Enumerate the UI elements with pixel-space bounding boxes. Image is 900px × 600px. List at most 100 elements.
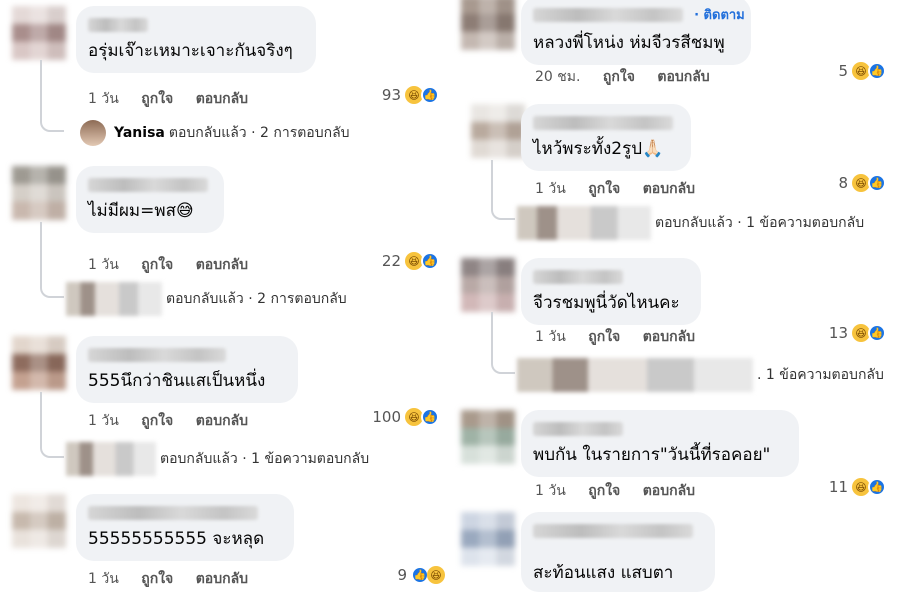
avatar[interactable] <box>461 0 515 50</box>
reply-avatar-blurred <box>66 442 156 476</box>
reply-button[interactable]: ตอบกลับ <box>196 571 248 587</box>
reply-avatar-blurred <box>517 358 753 392</box>
reaction-count[interactable]: 13 😆 👍 <box>829 324 886 342</box>
comment-time[interactable]: 1 วัน <box>88 413 119 429</box>
avatar[interactable] <box>461 258 515 312</box>
like-button[interactable]: ถูกใจ <box>588 181 620 197</box>
commenter-name[interactable] <box>533 7 683 22</box>
comment-text: หลวงพี่โหน่ง ห่มจีวรสีชมพู <box>533 33 725 53</box>
comment-text: พบกัน ในรายการ"วันนี้ที่รอคอย" <box>533 445 771 465</box>
like-button[interactable]: ถูกใจ <box>603 69 635 85</box>
comment-bubble: ไหว้พระทั้ง2รูป🙏🏻 <box>521 104 691 171</box>
commenter-name[interactable] <box>533 269 623 284</box>
reaction-number: 5 <box>838 62 848 80</box>
reaction-count[interactable]: 22 😆 👍 <box>382 252 439 270</box>
comment-actions: 1 วัน ถูกใจ ตอบกลับ <box>535 178 713 200</box>
reply-thread-line <box>40 222 64 298</box>
reply-summary[interactable]: . 1 ข้อความตอบกลับ <box>517 358 884 392</box>
commenter-name[interactable] <box>533 115 673 130</box>
comment-actions: 20 ชม. ถูกใจ ตอบกลับ <box>535 66 728 88</box>
reply-summary[interactable]: ตอบกลับแล้ว · 1 ข้อความตอบกลับ <box>66 442 369 476</box>
haha-reaction-icon: 😆 <box>427 566 445 584</box>
commenter-name[interactable] <box>88 347 226 362</box>
reply-button[interactable]: ตอบกลับ <box>643 329 695 345</box>
avatar[interactable] <box>12 6 66 60</box>
reaction-count[interactable]: 9 👍 😆 <box>397 566 445 584</box>
reaction-count[interactable]: 93 😆 👍 <box>382 86 439 104</box>
comment-bubble: สะท้อนแสง แสบตา <box>521 512 715 592</box>
comment-actions: 1 วัน ถูกใจ ตอบกลับ <box>88 254 266 276</box>
comment-bubble: จีวรชมพูนี่วัดไหนคะ <box>521 258 701 325</box>
reaction-count[interactable]: 11 😆 👍 <box>829 478 886 496</box>
comment-text: อรุ่มเจ๊าะเหมาะเจาะกันจริงๆ <box>88 41 293 61</box>
reply-button[interactable]: ตอบกลับ <box>196 413 248 429</box>
reaction-count[interactable]: 8 😆 👍 <box>838 174 886 192</box>
reply-avatar-blurred <box>66 282 162 316</box>
reply-button[interactable]: ตอบกลับ <box>657 69 709 85</box>
reply-summary[interactable]: Yanisa ตอบกลับแล้ว · 2 การตอบกลับ <box>80 120 350 146</box>
commenter-name[interactable] <box>533 523 693 538</box>
reply-thread-line <box>40 392 64 458</box>
reply-button[interactable]: ตอบกลับ <box>643 181 695 197</box>
reaction-count[interactable]: 100 😆 👍 <box>372 408 439 426</box>
like-button[interactable]: ถูกใจ <box>141 571 173 587</box>
like-reaction-icon: 👍 <box>868 478 886 496</box>
reaction-number: 11 <box>828 478 848 496</box>
comment-bubble: · ติดตาม หลวงพี่โหน่ง ห่มจีวรสีชมพู <box>521 0 751 65</box>
reply-text: . 1 ข้อความตอบกลับ <box>757 367 884 383</box>
reply-text: ตอบกลับแล้ว · 2 การตอบกลับ <box>168 125 350 141</box>
reply-summary[interactable]: ตอบกลับแล้ว · 1 ข้อความตอบกลับ <box>517 206 864 240</box>
reply-button[interactable]: ตอบกลับ <box>196 91 248 107</box>
like-reaction-icon: 👍 <box>421 252 439 270</box>
avatar[interactable] <box>461 512 515 566</box>
comment-bubble: 55555555555 จะหลุด <box>76 494 294 561</box>
comment-bubble: พบกัน ในรายการ"วันนี้ที่รอคอย" <box>521 410 799 477</box>
comment-text: จีวรชมพูนี่วัดไหนคะ <box>533 293 680 313</box>
like-button[interactable]: ถูกใจ <box>141 413 173 429</box>
comment-time[interactable]: 1 วัน <box>88 91 119 107</box>
reply-thread-line <box>491 312 515 374</box>
reply-thread-line <box>40 60 64 132</box>
avatar[interactable] <box>12 336 66 390</box>
comment-bubble: 555นึกว่าชินแสเป็นหนึ่ง <box>76 336 298 403</box>
avatar[interactable] <box>12 494 66 548</box>
reply-avatar <box>80 120 106 146</box>
reaction-number: 8 <box>838 174 848 192</box>
comment-text: ไหว้พระทั้ง2รูป🙏🏻 <box>533 139 664 159</box>
reply-text: ตอบกลับแล้ว · 1 ข้อความตอบกลับ <box>160 451 370 467</box>
reaction-number: 100 <box>372 408 401 426</box>
follow-button[interactable]: · ติดตาม <box>694 8 745 23</box>
commenter-name[interactable] <box>88 17 148 32</box>
comment-time[interactable]: 1 วัน <box>535 181 566 197</box>
like-reaction-icon: 👍 <box>868 174 886 192</box>
comment-actions: 1 วัน ถูกใจ ตอบกลับ <box>88 410 266 432</box>
like-button[interactable]: ถูกใจ <box>141 257 173 273</box>
reaction-number: 93 <box>381 86 401 104</box>
comment-time[interactable]: 1 วัน <box>535 329 566 345</box>
comment-bubble: ไม่มีผม=พส😅 <box>76 166 224 233</box>
comment-time[interactable]: 1 วัน <box>88 257 119 273</box>
commenter-name[interactable] <box>88 177 208 192</box>
avatar[interactable] <box>12 166 66 220</box>
reply-thread-line <box>491 160 515 220</box>
reaction-number: 9 <box>397 566 407 584</box>
like-reaction-icon: 👍 <box>421 408 439 426</box>
comment-bubble: อรุ่มเจ๊าะเหมาะเจาะกันจริงๆ <box>76 6 316 73</box>
commenter-name[interactable] <box>88 505 258 520</box>
comment-time[interactable]: 1 วัน <box>535 483 566 499</box>
comment-time[interactable]: 1 วัน <box>88 571 119 587</box>
like-button[interactable]: ถูกใจ <box>588 329 620 345</box>
reply-button[interactable]: ตอบกลับ <box>643 483 695 499</box>
reaction-number: 22 <box>381 252 401 270</box>
avatar[interactable] <box>461 410 515 464</box>
commenter-name[interactable] <box>533 421 623 436</box>
reaction-count[interactable]: 5 😆 👍 <box>838 62 886 80</box>
like-button[interactable]: ถูกใจ <box>141 91 173 107</box>
avatar[interactable] <box>471 104 525 158</box>
reply-button[interactable]: ตอบกลับ <box>196 257 248 273</box>
like-button[interactable]: ถูกใจ <box>588 483 620 499</box>
comment-time[interactable]: 20 ชม. <box>535 69 580 85</box>
reply-summary[interactable]: ตอบกลับแล้ว · 2 การตอบกลับ <box>66 282 347 316</box>
reply-author: Yanisa <box>114 125 165 141</box>
comment-actions: 1 วัน ถูกใจ ตอบกลับ <box>535 326 713 348</box>
